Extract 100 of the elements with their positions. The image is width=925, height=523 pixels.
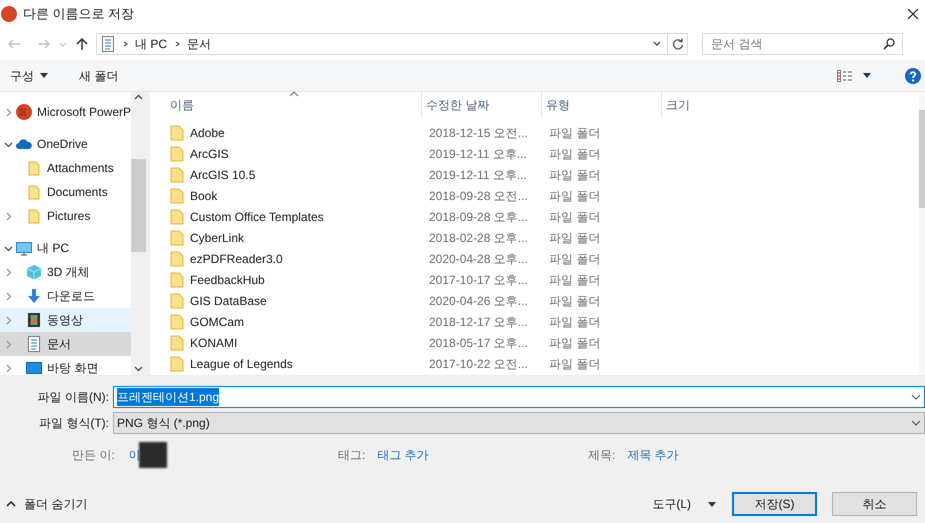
file-name-cell[interactable]: Adobe: [190, 124, 225, 142]
collapsed-chevron-icon: [4, 292, 13, 300]
chevron-down-icon: [911, 420, 921, 426]
tree-item[interactable]: 동영상: [0, 308, 131, 332]
scrollbar[interactable]: [919, 92, 925, 375]
file-type-dropdown[interactable]: PNG 형식 (*.png): [113, 412, 925, 434]
document-icon: [26, 336, 42, 352]
caret-icon: [708, 502, 716, 506]
field-label: 파일 형식(T):: [38, 415, 110, 432]
organize-menu-button[interactable]: 구성: [10, 66, 48, 84]
add-tag-link[interactable]: 태그 추가: [377, 446, 429, 464]
tree-item[interactable]: OneDrive: [0, 132, 131, 156]
folder-icon: [170, 250, 184, 266]
film-icon: [26, 312, 42, 328]
date-cell: 2020-04-26 오후...: [429, 294, 528, 308]
tree-item[interactable]: Attachments: [0, 156, 131, 180]
tree-item[interactable]: Documents: [0, 180, 131, 204]
redaction-mark: [138, 442, 167, 468]
date-cell: 2018-02-28 오후...: [429, 230, 528, 244]
refresh-icon: [672, 38, 684, 50]
type-cell: 파일 폴더: [549, 230, 600, 244]
view-options-button[interactable]: [837, 70, 871, 82]
collapsed-chevron-icon: [4, 268, 13, 276]
folder-icon: [170, 166, 184, 182]
file-name-cell[interactable]: Book: [190, 186, 218, 204]
folder-icon: [170, 208, 184, 224]
folder-icon: [170, 124, 184, 140]
view-list-icon: [837, 70, 853, 82]
search-field[interactable]: 문서 검색: [702, 33, 903, 55]
date-cell: 2018-09-28 오후...: [429, 210, 528, 224]
chevron-right-icon: [121, 40, 129, 48]
collapsed-chevron-icon: [4, 108, 13, 116]
date-cell: 2018-12-17 오후...: [429, 314, 528, 328]
expanded-chevron-icon: [4, 140, 13, 148]
collapsed-chevron-icon: [4, 316, 13, 324]
date-cell: 2018-09-28 오전...: [429, 188, 528, 202]
file-name-cell[interactable]: ezPDFReader3.0: [190, 250, 283, 268]
window-title: 다른 이름으로 저장: [23, 5, 134, 24]
type-cell: 파일 폴더: [549, 294, 600, 308]
tree-item[interactable]: 바탕 화면: [0, 356, 131, 375]
file-name-cell[interactable]: League of Legends: [190, 354, 293, 372]
address-bar[interactable]: 내 PC 문서: [96, 33, 688, 55]
author-value[interactable]: 이: [128, 446, 141, 464]
save-button[interactable]: 저장(S): [732, 492, 817, 516]
file-name-cell[interactable]: GIS DataBase: [190, 292, 267, 310]
date-cell: 2019-12-11 오후...: [429, 146, 527, 160]
tools-menu-button[interactable]: 도구(L): [652, 495, 716, 513]
folder-icon: [26, 184, 42, 200]
type-cell: 파일 폴더: [549, 168, 600, 182]
file-name-cell[interactable]: GOMCam: [190, 312, 244, 330]
type-cell: 파일 폴더: [549, 146, 600, 160]
cancel-button[interactable]: 취소: [832, 492, 917, 516]
breadcrumb[interactable]: 문서: [187, 35, 212, 53]
folder-icon: [170, 334, 184, 350]
column-header[interactable]: 유형: [541, 92, 661, 118]
tree-item[interactable]: 다운로드: [0, 284, 131, 308]
column-header[interactable]: 이름: [166, 92, 421, 118]
date-cell: 2020-04-28 오후...: [429, 252, 528, 266]
folder-icon: [170, 146, 184, 162]
help-icon: [905, 68, 921, 84]
file-name-cell[interactable]: CyberLink: [190, 228, 244, 246]
date-cell: 2017-10-22 오전...: [429, 356, 528, 370]
tree-item[interactable]: 3D 개체: [0, 260, 131, 284]
field-label: 파일 이름(N):: [36, 389, 110, 406]
property-label: 태그:: [338, 447, 366, 464]
search-icon: [883, 38, 895, 50]
type-cell: 파일 폴더: [549, 252, 600, 266]
date-cell: 2018-05-17 오후...: [429, 336, 528, 350]
property-label: 제목:: [588, 447, 616, 464]
breadcrumb[interactable]: 내 PC: [135, 35, 168, 53]
file-name-cell[interactable]: ArcGIS 10.5: [190, 166, 256, 184]
expanded-chevron-icon: [4, 244, 13, 252]
caret-icon: [40, 73, 48, 78]
folder-icon: [26, 208, 42, 224]
collapsed-chevron-icon: [4, 212, 13, 220]
file-name-cell[interactable]: Custom Office Templates: [190, 208, 324, 226]
column-header[interactable]: 크기: [661, 92, 741, 118]
chevron-right-icon: [173, 40, 182, 48]
monitor-icon: [16, 240, 32, 256]
tree-item[interactable]: Pictures: [0, 204, 131, 228]
chevron-up-icon: [6, 501, 16, 507]
scrollbar-thumb[interactable]: [919, 110, 925, 208]
add-title-link[interactable]: 제목 추가: [627, 446, 679, 464]
tree-item[interactable]: Microsoft PowerP: [0, 100, 131, 124]
tree-item[interactable]: 내 PC: [0, 236, 131, 260]
file-name-cell[interactable]: ArcGIS: [190, 144, 229, 162]
column-header[interactable]: 수정한 날짜: [421, 92, 541, 118]
scrollbar-thumb[interactable]: [131, 159, 146, 252]
file-name-cell[interactable]: KONAMI: [190, 334, 238, 352]
date-cell: 2018-12-15 오전...: [429, 126, 528, 140]
property-label: 만든 이:: [72, 447, 115, 464]
new-folder-button[interactable]: 새 폴더: [79, 66, 118, 84]
type-cell: 파일 폴더: [549, 210, 600, 224]
file-name-cell[interactable]: FeedbackHub: [190, 270, 265, 288]
type-cell: 파일 폴더: [549, 126, 600, 140]
file-name-field[interactable]: 프레젠테이션1.png: [113, 386, 925, 408]
desktop-icon: [26, 360, 42, 375]
type-cell: 파일 폴더: [549, 188, 600, 202]
hide-folders-button[interactable]: 폴더 숨기기: [6, 495, 88, 513]
tree-item[interactable]: 문서: [0, 332, 131, 356]
